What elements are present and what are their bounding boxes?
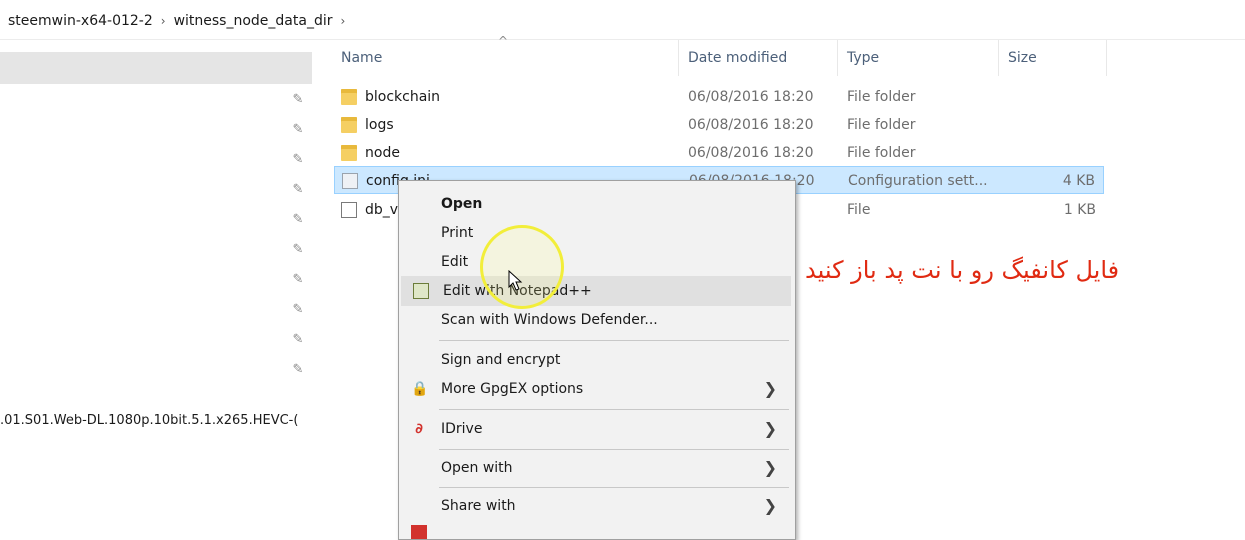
column-header-size[interactable]: Size <box>1008 40 1037 76</box>
file-size: 4 KB <box>1062 173 1095 189</box>
nav-item-video-folder[interactable]: .01.S01.Web-DL.1080p.10bit.5.1.x265.HEVC… <box>0 413 298 428</box>
pin-icon[interactable]: ✎ <box>290 212 306 228</box>
column-header-type[interactable]: Type <box>847 40 879 76</box>
chevron-right-icon: ❯ <box>763 419 777 438</box>
config-file-icon <box>342 173 358 189</box>
nav-selected-item[interactable] <box>0 52 312 84</box>
notepad-plus-plus-icon <box>413 283 429 299</box>
file-type: Configuration sett... <box>848 173 988 189</box>
file-name: logs <box>365 117 394 133</box>
chevron-right-icon: ❯ <box>763 458 777 477</box>
file-icon <box>341 202 357 218</box>
menu-separator <box>439 340 789 341</box>
pin-icon[interactable]: ✎ <box>290 332 306 348</box>
file-name: blockchain <box>365 89 441 105</box>
menu-item-more-gpgex[interactable]: 🔒 More GpgEX options ❯ <box>399 374 795 404</box>
pin-icon[interactable]: ✎ <box>290 362 306 378</box>
app-icon <box>411 525 427 539</box>
menu-item-partial[interactable] <box>399 521 795 539</box>
idrive-icon: ∂ <box>415 421 423 437</box>
chevron-right-icon[interactable]: › <box>161 14 166 28</box>
pin-icon[interactable]: ✎ <box>290 182 306 198</box>
menu-item-label: Print <box>441 225 474 241</box>
chevron-right-icon: ❯ <box>763 379 777 398</box>
file-size: 1 KB <box>1063 202 1096 218</box>
menu-item-edit[interactable]: Edit <box>399 247 795 277</box>
annotation-text: فایل کانفیگ رو با نت پد باز کنید <box>805 256 1120 284</box>
menu-item-edit-notepad[interactable]: Edit with Notepad++ <box>401 276 791 306</box>
file-date: 06/08/2016 18:20 <box>688 117 814 133</box>
menu-item-label: Edit <box>441 254 469 270</box>
menu-item-label: Scan with Windows Defender... <box>441 312 658 328</box>
menu-item-label: Open with <box>441 460 513 476</box>
file-type: File folder <box>847 117 916 133</box>
chevron-right-icon: ❯ <box>763 496 777 515</box>
column-divider[interactable] <box>837 40 838 76</box>
menu-item-label: IDrive <box>441 421 483 437</box>
pin-icon[interactable]: ✎ <box>290 272 306 288</box>
pin-icon[interactable]: ✎ <box>290 122 306 138</box>
menu-separator <box>439 487 789 488</box>
file-date: 06/08/2016 18:20 <box>688 89 814 105</box>
menu-separator <box>439 409 789 410</box>
list-item[interactable]: blockchain 06/08/2016 18:20 File folder <box>334 83 1104 111</box>
menu-item-open[interactable]: Open <box>399 189 795 219</box>
sort-ascending-icon: ^ <box>498 34 509 48</box>
column-header-name[interactable]: Name <box>341 40 382 76</box>
list-item[interactable]: logs 06/08/2016 18:20 File folder <box>334 111 1104 139</box>
menu-item-idrive[interactable]: ∂ IDrive ❯ <box>399 414 795 444</box>
lock-icon: 🔒 <box>411 381 429 397</box>
menu-item-label: Open <box>441 196 483 212</box>
file-type: File <box>847 202 871 218</box>
navigation-pane: ✎ ✎ ✎ ✎ ✎ ✎ ✎ ✎ ✎ ✎ .01.S01.Web-DL.1080p… <box>0 40 320 530</box>
pin-icon[interactable]: ✎ <box>290 242 306 258</box>
pin-icon[interactable]: ✎ <box>290 92 306 108</box>
address-bar[interactable]: steemwin-x64-012-2 › witness_node_data_d… <box>0 0 1245 40</box>
file-name: db_v <box>365 202 399 218</box>
file-name: node <box>365 145 400 161</box>
chevron-right-icon[interactable]: › <box>340 14 345 28</box>
menu-item-open-with[interactable]: Open with ❯ <box>399 453 795 483</box>
mouse-pointer-icon <box>508 270 523 291</box>
menu-item-sign-encrypt[interactable]: Sign and encrypt <box>399 345 795 375</box>
menu-item-label: Sign and encrypt <box>441 352 561 368</box>
menu-item-label: More GpgEX options <box>441 381 584 397</box>
pin-icon[interactable]: ✎ <box>290 152 306 168</box>
menu-separator <box>439 449 789 450</box>
menu-item-scan-defender[interactable]: Scan with Windows Defender... <box>399 305 795 335</box>
context-menu: Open Print Edit Edit with Notepad++ Scan… <box>398 180 796 540</box>
breadcrumb-item-witness-node-data-dir[interactable]: witness_node_data_dir <box>174 13 333 29</box>
menu-item-print[interactable]: Print <box>399 218 795 248</box>
cursor-highlight-ring <box>480 225 564 309</box>
list-item[interactable]: node 06/08/2016 18:20 File folder <box>334 139 1104 167</box>
file-date: 06/08/2016 18:20 <box>688 145 814 161</box>
folder-icon <box>341 117 357 133</box>
column-divider[interactable] <box>678 40 679 76</box>
column-divider[interactable] <box>998 40 999 76</box>
breadcrumb: steemwin-x64-012-2 › witness_node_data_d… <box>8 11 345 31</box>
breadcrumb-item-steemwin[interactable]: steemwin-x64-012-2 <box>8 13 153 29</box>
file-type: File folder <box>847 145 916 161</box>
file-type: File folder <box>847 89 916 105</box>
menu-item-share-with[interactable]: Share with ❯ <box>399 491 795 521</box>
folder-icon <box>341 145 357 161</box>
pin-icon[interactable]: ✎ <box>290 302 306 318</box>
column-divider[interactable] <box>1106 40 1107 76</box>
menu-item-label: Share with <box>441 498 516 514</box>
column-header-date[interactable]: Date modified <box>688 40 787 76</box>
folder-icon <box>341 89 357 105</box>
